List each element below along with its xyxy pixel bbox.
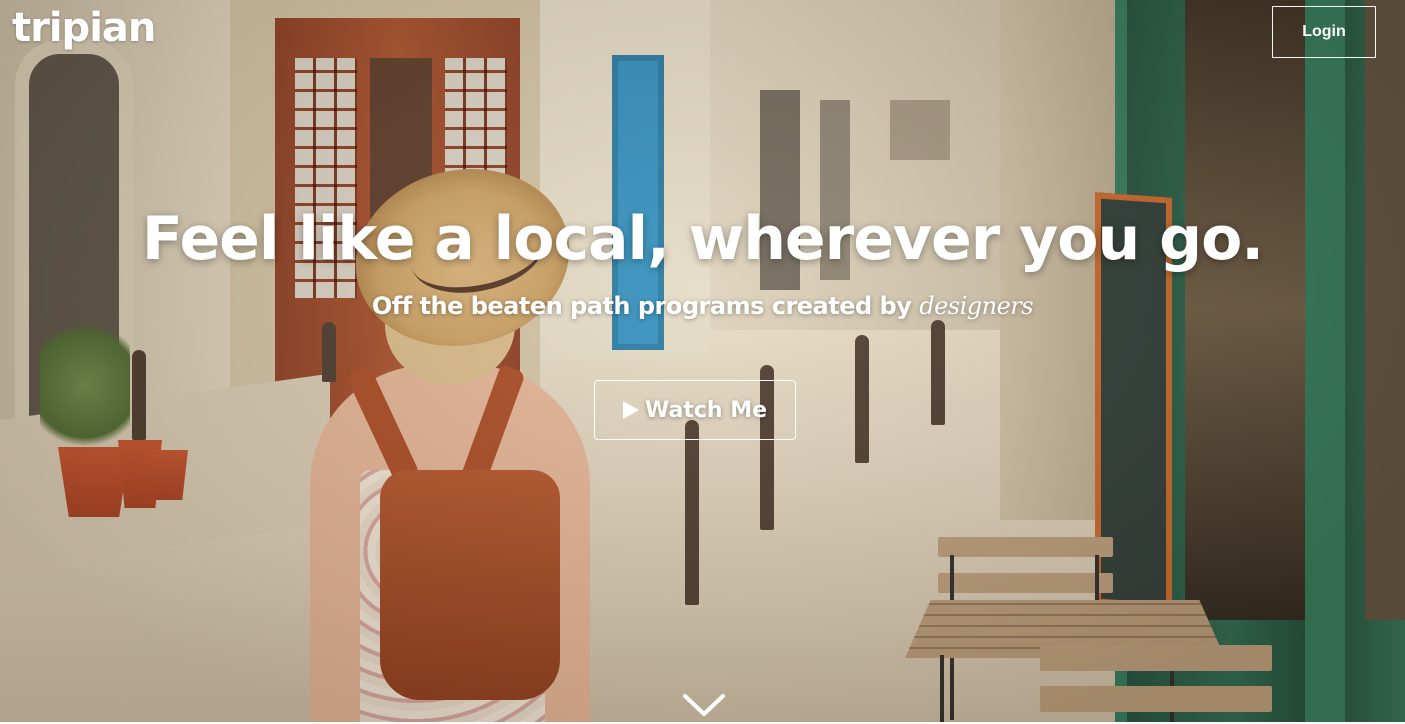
subheadline-emphasis: designers [919,292,1034,320]
play-icon [622,401,639,419]
hero-subheadline: Off the beaten path programs created by … [0,292,1405,320]
tripian-logo[interactable]: tripian [12,4,156,52]
hero-background-photo [0,0,1405,722]
watch-me-label: Watch Me [644,397,768,423]
subheadline-text: Off the beaten path programs created by [371,292,920,320]
scroll-down-button[interactable] [682,690,726,720]
chevron-down-icon [683,694,725,716]
login-button[interactable]: Login [1272,6,1376,58]
watch-me-button[interactable]: Watch Me [594,380,796,440]
hero-headline: Feel like a local, wherever you go. [141,204,1264,274]
